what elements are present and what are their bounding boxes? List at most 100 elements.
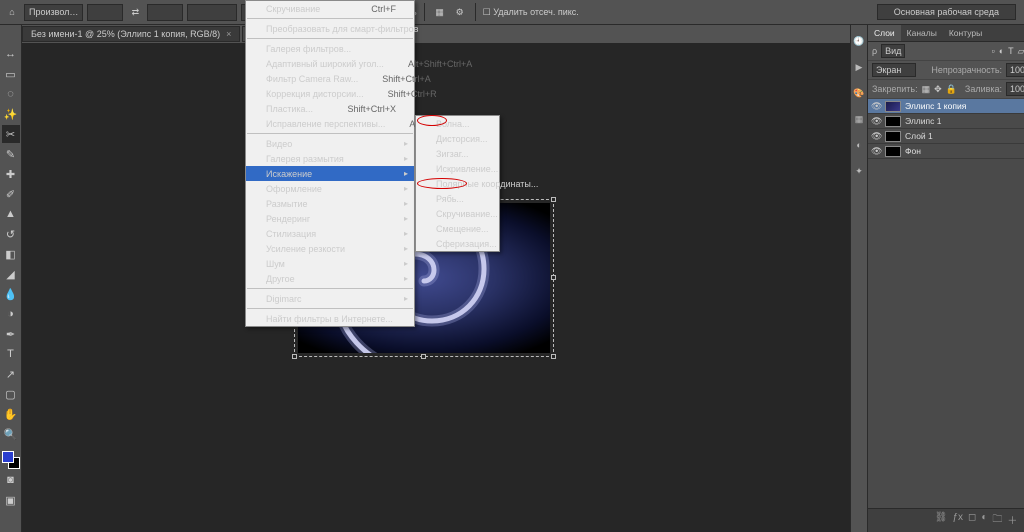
visibility-toggle-icon[interactable]: 👁 xyxy=(871,101,881,112)
filter-type-icon[interactable]: T xyxy=(1008,46,1014,56)
layer-name[interactable]: Слой 1 xyxy=(905,131,933,141)
menu-item-sharpen[interactable]: Усиление резкости▸ xyxy=(246,241,414,256)
new-group-icon[interactable]: 🗀 xyxy=(992,512,1002,529)
link-layers-icon[interactable]: ⛓ xyxy=(935,512,948,529)
submenu-item-polar[interactable]: Полярные координаты... xyxy=(416,176,499,191)
submenu-item-ripple[interactable]: Рябь... xyxy=(416,191,499,206)
visibility-toggle-icon[interactable]: 👁 xyxy=(871,146,881,157)
aspect-ratio-dropdown[interactable]: Произвол… xyxy=(24,4,83,21)
layer-row[interactable]: 👁 Эллипс 1 копия xyxy=(868,99,1024,114)
history-panel-icon[interactable]: 🕘 xyxy=(851,33,867,49)
tool-quickmask[interactable]: ◙ xyxy=(2,471,20,489)
menu-item-adaptive-wide[interactable]: Адаптивный широкий угол...Alt+Shift+Ctrl… xyxy=(246,56,414,71)
layer-name[interactable]: Фон xyxy=(905,146,921,156)
filter-menu[interactable]: СкручиваниеCtrl+F Преобразовать для смар… xyxy=(245,0,415,327)
lock-position-icon[interactable]: ✥ xyxy=(934,84,942,95)
visibility-toggle-icon[interactable]: 👁 xyxy=(871,131,881,142)
filter-shape-icon[interactable]: ▱ xyxy=(1018,46,1024,57)
menu-item-pixelate[interactable]: Оформление▸ xyxy=(246,181,414,196)
menu-item-noise[interactable]: Шум▸ xyxy=(246,256,414,271)
close-tab-icon[interactable]: × xyxy=(226,29,231,39)
crop-width-field[interactable] xyxy=(87,4,123,21)
tool-move[interactable]: ↔ xyxy=(2,45,20,63)
layer-thumbnail[interactable] xyxy=(885,101,901,112)
menu-item-stylize[interactable]: Стилизация▸ xyxy=(246,226,414,241)
tool-gradient[interactable]: ◢ xyxy=(2,265,20,283)
workspace-switcher[interactable]: Основная рабочая среда xyxy=(877,4,1016,20)
document-tab[interactable]: Без имени-1 @ 25% (Эллипс 1 копия, RGB/8… xyxy=(22,26,240,42)
tab-paths[interactable]: Контуры xyxy=(943,25,988,41)
layer-name[interactable]: Эллипс 1 копия xyxy=(905,101,966,111)
tool-crop[interactable]: ✂ xyxy=(2,125,20,143)
styles-panel-icon[interactable]: ✦ xyxy=(851,163,867,179)
color-panel-icon[interactable]: 🎨 xyxy=(851,85,867,101)
tool-history-brush[interactable]: ↺ xyxy=(2,225,20,243)
tool-zoom[interactable]: 🔍 xyxy=(2,425,20,443)
layer-style-icon[interactable]: ƒx xyxy=(952,512,963,529)
blend-mode-dropdown[interactable]: Экран xyxy=(872,63,916,77)
tool-wand[interactable]: ✨ xyxy=(2,105,20,123)
swatches-panel-icon[interactable]: ▦ xyxy=(851,111,867,127)
fill-field[interactable]: 100% xyxy=(1006,82,1024,96)
transform-handle[interactable] xyxy=(551,275,556,280)
tool-marquee[interactable]: ▭ xyxy=(2,65,20,83)
layer-row[interactable]: 👁 Эллипс 1 xyxy=(868,114,1024,129)
new-fill-adj-icon[interactable]: ◐ xyxy=(981,512,987,529)
tool-hand[interactable]: ✋ xyxy=(2,405,20,423)
tool-lasso[interactable]: ◌ xyxy=(2,85,20,103)
layer-thumbnail[interactable] xyxy=(885,131,901,142)
layer-filter-kind[interactable]: Вид xyxy=(881,44,905,58)
lock-all-icon[interactable]: 🔒 xyxy=(946,84,957,95)
tool-screenmode[interactable]: ▣ xyxy=(2,491,20,509)
menu-item-blur-gallery[interactable]: Галерея размытия▸ xyxy=(246,151,414,166)
menu-item-lens-correction[interactable]: Коррекция дисторсии...Shift+Ctrl+R xyxy=(246,86,414,101)
transform-handle[interactable] xyxy=(292,354,297,359)
submenu-item-zigzag[interactable]: Зигзаг... xyxy=(416,146,499,161)
submenu-item-spherize[interactable]: Сферизация... xyxy=(416,236,499,251)
layer-row[interactable]: 👁 Фон xyxy=(868,144,1024,159)
filter-adj-icon[interactable]: ◐ xyxy=(999,46,1004,56)
new-layer-icon[interactable]: ＋ xyxy=(1007,512,1017,529)
delete-cropped-label[interactable]: ☐ Удалить отсеч. пикс. xyxy=(483,7,579,18)
menu-item-filter-gallery[interactable]: Галерея фильтров... xyxy=(246,41,414,56)
menu-item-other[interactable]: Другое▸ xyxy=(246,271,414,286)
filter-pict-icon[interactable]: ▫ xyxy=(992,46,995,56)
menu-item-blur[interactable]: Размытие▸ xyxy=(246,196,414,211)
swap-dimensions-icon[interactable]: ⇄ xyxy=(127,4,143,20)
menu-item-render[interactable]: Рендеринг▸ xyxy=(246,211,414,226)
menu-item-browse-online[interactable]: Найти фильтры в Интернете... xyxy=(246,311,414,326)
foreground-color-swatch[interactable] xyxy=(2,451,14,463)
transform-handle[interactable] xyxy=(551,197,556,202)
tool-pen[interactable]: ✒ xyxy=(2,325,20,343)
crop-height-field[interactable] xyxy=(147,4,183,21)
menu-item-camera-raw[interactable]: Фильтр Camera Raw...Shift+Ctrl+A xyxy=(246,71,414,86)
tool-stamp[interactable]: ▲ xyxy=(2,205,20,223)
crop-options-gear-icon[interactable]: ⚙ xyxy=(452,4,468,20)
color-swatches[interactable] xyxy=(2,451,20,469)
visibility-toggle-icon[interactable]: 👁 xyxy=(871,116,881,127)
tool-path-select[interactable]: ↗ xyxy=(2,365,20,383)
layer-name[interactable]: Эллипс 1 xyxy=(905,116,941,126)
tool-heal[interactable]: ✚ xyxy=(2,165,20,183)
tool-blur[interactable]: 💧 xyxy=(2,285,20,303)
tool-brush[interactable]: ✐ xyxy=(2,185,20,203)
lock-pixels-icon[interactable]: ▦ xyxy=(922,84,931,95)
tab-channels[interactable]: Каналы xyxy=(901,25,943,41)
opacity-field[interactable]: 100% xyxy=(1006,63,1024,77)
menu-item-video[interactable]: Видео▸ xyxy=(246,136,414,151)
transform-handle[interactable] xyxy=(421,354,426,359)
layer-mask-icon[interactable]: ◻ xyxy=(968,512,976,529)
layer-row[interactable]: 👁 Слой 1 xyxy=(868,129,1024,144)
layer-thumbnail[interactable] xyxy=(885,146,901,157)
submenu-item-offset[interactable]: Смещение... xyxy=(416,221,499,236)
tool-shape[interactable]: ▢ xyxy=(2,385,20,403)
menu-item-last-filter[interactable]: СкручиваниеCtrl+F xyxy=(246,1,414,16)
submenu-item-wave[interactable]: Волна... xyxy=(416,116,499,131)
overlay-grid-icon[interactable]: ▦ xyxy=(432,4,448,20)
menu-item-liquify[interactable]: Пластика...Shift+Ctrl+X xyxy=(246,101,414,116)
distort-submenu[interactable]: Волна... Дисторсия... Зигзаг... Искривле… xyxy=(415,115,500,252)
menu-item-vanishing-point[interactable]: Исправление перспективы...Alt+Ctrl+V xyxy=(246,116,414,131)
tool-eyedropper[interactable]: ✎ xyxy=(2,145,20,163)
submenu-item-twirl[interactable]: Скручивание... xyxy=(416,206,499,221)
menu-item-distort[interactable]: Искажение▸ xyxy=(246,166,414,181)
